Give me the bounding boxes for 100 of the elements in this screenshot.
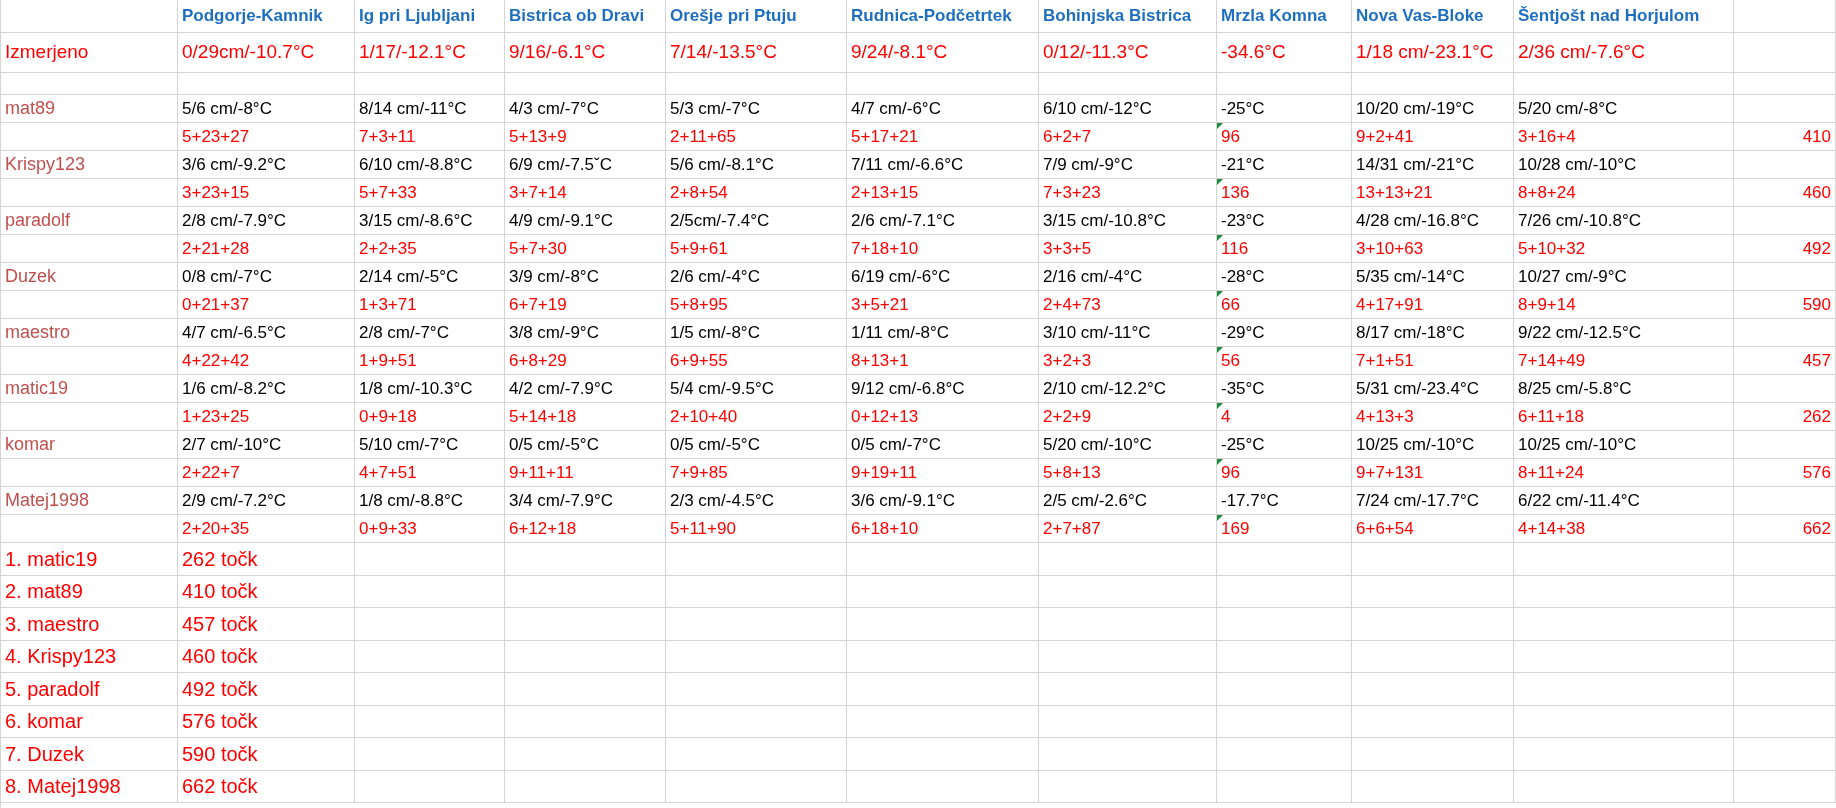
table-cell-text: 5+23+27 bbox=[182, 125, 250, 148]
ranking-name: 5. paradolf bbox=[5, 676, 100, 702]
table-cell-text: 4/9 cm/-9.1°C bbox=[509, 209, 614, 232]
table-cell-text: 3/6 cm/-9.1°C bbox=[851, 489, 956, 512]
table-cell-text: 0+9+33 bbox=[359, 517, 417, 540]
table-cell-text: 4/7 cm/-6°C bbox=[851, 97, 941, 120]
table-cell-text: 8/17 cm/-18°C bbox=[1356, 321, 1465, 344]
player-name: Krispy123 bbox=[5, 153, 86, 176]
table-cell-text: 6+7+19 bbox=[509, 293, 567, 316]
table-cell-text: 7+9+85 bbox=[670, 461, 728, 484]
table-cell-text: -29°C bbox=[1221, 321, 1265, 344]
ranking-points: 262 točk bbox=[182, 546, 258, 572]
player-name: paradolf bbox=[5, 209, 71, 232]
column-header: Podgorje-Kamnik bbox=[182, 5, 323, 28]
table-cell-text: 1/18 cm/-23.1°C bbox=[1356, 40, 1494, 65]
table-cell-text: 169 bbox=[1221, 517, 1250, 540]
row-label: Izmerjeno bbox=[5, 40, 89, 65]
table-cell-text: 2/5 cm/-2.6°C bbox=[1043, 489, 1148, 512]
total-cell-text: 262 bbox=[1802, 405, 1831, 428]
table-cell-text: 7+14+49 bbox=[1518, 349, 1586, 372]
table-cell-text: 0/5 cm/-7°C bbox=[851, 433, 941, 456]
table-cell-text: 6/10 cm/-12°C bbox=[1043, 97, 1152, 120]
ranking-name: 3. maestro bbox=[5, 611, 100, 637]
ranking-points: 590 točk bbox=[182, 741, 258, 767]
column-header: Orešje pri Ptuju bbox=[670, 5, 797, 28]
table-cell-text: 2+4+73 bbox=[1043, 293, 1101, 316]
table-cell-text: 9/24/-8.1°C bbox=[851, 40, 948, 65]
table-cell-text: 3/15 cm/-8.6°C bbox=[359, 209, 473, 232]
table-cell-text: 96 bbox=[1221, 461, 1240, 484]
table-cell-text: 3/8 cm/-9°C bbox=[509, 321, 599, 344]
table-cell-text: 1/6 cm/-8.2°C bbox=[182, 377, 287, 400]
table-cell-text: 10/28 cm/-10°C bbox=[1518, 153, 1637, 176]
total-cell-text: 662 bbox=[1802, 517, 1831, 540]
table-cell-text: -21°C bbox=[1221, 153, 1265, 176]
column-header: Rudnica-Podčetrtek bbox=[851, 5, 1012, 28]
table-cell-text: 2/8 cm/-7°C bbox=[359, 321, 449, 344]
ranking-points: 457 točk bbox=[182, 611, 258, 637]
table-cell-text: 2/14 cm/-5°C bbox=[359, 265, 459, 288]
table-cell-text: 8+8+24 bbox=[1518, 181, 1576, 204]
table-cell-text: 6/22 cm/-11.4°C bbox=[1518, 489, 1640, 512]
table-cell-text: 8/14 cm/-11°C bbox=[359, 97, 467, 120]
column-header: Šentjošt nad Horjulom bbox=[1518, 5, 1700, 28]
table-cell-text: 2+13+15 bbox=[851, 181, 919, 204]
table-cell-text: 6+11+18 bbox=[1518, 405, 1584, 428]
ranking-name: 4. Krispy123 bbox=[5, 644, 117, 670]
table-cell-text: 0/5 cm/-5°C bbox=[509, 433, 599, 456]
table-cell-text: 2/7 cm/-10°C bbox=[182, 433, 282, 456]
table-cell-text: -23°C bbox=[1221, 209, 1265, 232]
table-cell-text: 5+7+30 bbox=[509, 237, 567, 260]
table-cell-text: -35°C bbox=[1221, 377, 1265, 400]
table-cell-text: 5/20 cm/-8°C bbox=[1518, 97, 1618, 120]
table-cell-text: 2+21+28 bbox=[182, 237, 250, 260]
player-name: komar bbox=[5, 433, 55, 456]
table-cell-text: 4+13+3 bbox=[1356, 405, 1414, 428]
table-cell-text: 2/6 cm/-4°C bbox=[670, 265, 760, 288]
table-cell-text: 2+11+65 bbox=[670, 125, 736, 148]
table-cell-text: 10/27 cm/-9°C bbox=[1518, 265, 1627, 288]
table-cell-text: 2+8+54 bbox=[670, 181, 728, 204]
table-cell-text: 5/4 cm/-9.5°C bbox=[670, 377, 775, 400]
table-cell-text: 2+2+35 bbox=[359, 237, 417, 260]
table-cell-text: 5+8+95 bbox=[670, 293, 728, 316]
table-cell-text: -17.7°C bbox=[1221, 489, 1279, 512]
total-cell-text: 590 bbox=[1802, 293, 1831, 316]
total-cell-text: 457 bbox=[1802, 349, 1831, 372]
table-cell-text: 2+22+7 bbox=[182, 461, 240, 484]
table-cell-text: 3/6 cm/-9.2°C bbox=[182, 153, 287, 176]
table-cell-text: 7/9 cm/-9°C bbox=[1043, 153, 1133, 176]
table-cell-text: 136 bbox=[1221, 181, 1250, 204]
table-cell-text: 8+11+24 bbox=[1518, 461, 1584, 484]
table-cell-text: 3+3+5 bbox=[1043, 237, 1092, 260]
table-cell-text: 2/5cm/-7.4°C bbox=[670, 209, 770, 232]
table-cell-text: 3+23+15 bbox=[182, 181, 250, 204]
table-cell-text: 1/17/-12.1°C bbox=[359, 40, 466, 65]
table-cell-text: 7+18+10 bbox=[851, 237, 919, 260]
table-cell-text: 3+16+4 bbox=[1518, 125, 1576, 148]
table-cell-text: 4+17+91 bbox=[1356, 293, 1424, 316]
table-cell-text: 1/8 cm/-8.8°C bbox=[359, 489, 464, 512]
ranking-name: 7. Duzek bbox=[5, 741, 84, 767]
table-cell-text: 4 bbox=[1221, 405, 1231, 428]
table-cell-text: 10/25 cm/-10°C bbox=[1356, 433, 1475, 456]
ranking-name: 2. mat89 bbox=[5, 579, 83, 605]
table-cell-text: 7/14/-13.5°C bbox=[670, 40, 777, 65]
ranking-name: 1. matic19 bbox=[5, 546, 98, 572]
table-cell-text: -34.6°C bbox=[1221, 40, 1286, 65]
table-cell-text: 9+7+131 bbox=[1356, 461, 1424, 484]
table-cell-text: 14/31 cm/-21°C bbox=[1356, 153, 1475, 176]
table-cell-text: 2/6 cm/-7.1°C bbox=[851, 209, 956, 232]
ranking-points: 662 točk bbox=[182, 774, 258, 800]
table-cell-text: 13+13+21 bbox=[1356, 181, 1433, 204]
table-cell-text: 0/12/-11.3°C bbox=[1043, 40, 1149, 65]
table-cell-text: 7+3+11 bbox=[359, 125, 416, 148]
table-cell-text: 8+13+1 bbox=[851, 349, 909, 372]
total-cell-text: 460 bbox=[1802, 181, 1831, 204]
table-cell-text: 4+14+38 bbox=[1518, 517, 1586, 540]
table-cell-text: 10/20 cm/-19°C bbox=[1356, 97, 1475, 120]
table-cell-text: 2/10 cm/-12.2°C bbox=[1043, 377, 1167, 400]
ranking-points: 410 točk bbox=[182, 579, 258, 605]
table-cell-text: 5+14+18 bbox=[509, 405, 577, 428]
ranking-points: 460 točk bbox=[182, 644, 258, 670]
table-cell-text: 96 bbox=[1221, 125, 1240, 148]
